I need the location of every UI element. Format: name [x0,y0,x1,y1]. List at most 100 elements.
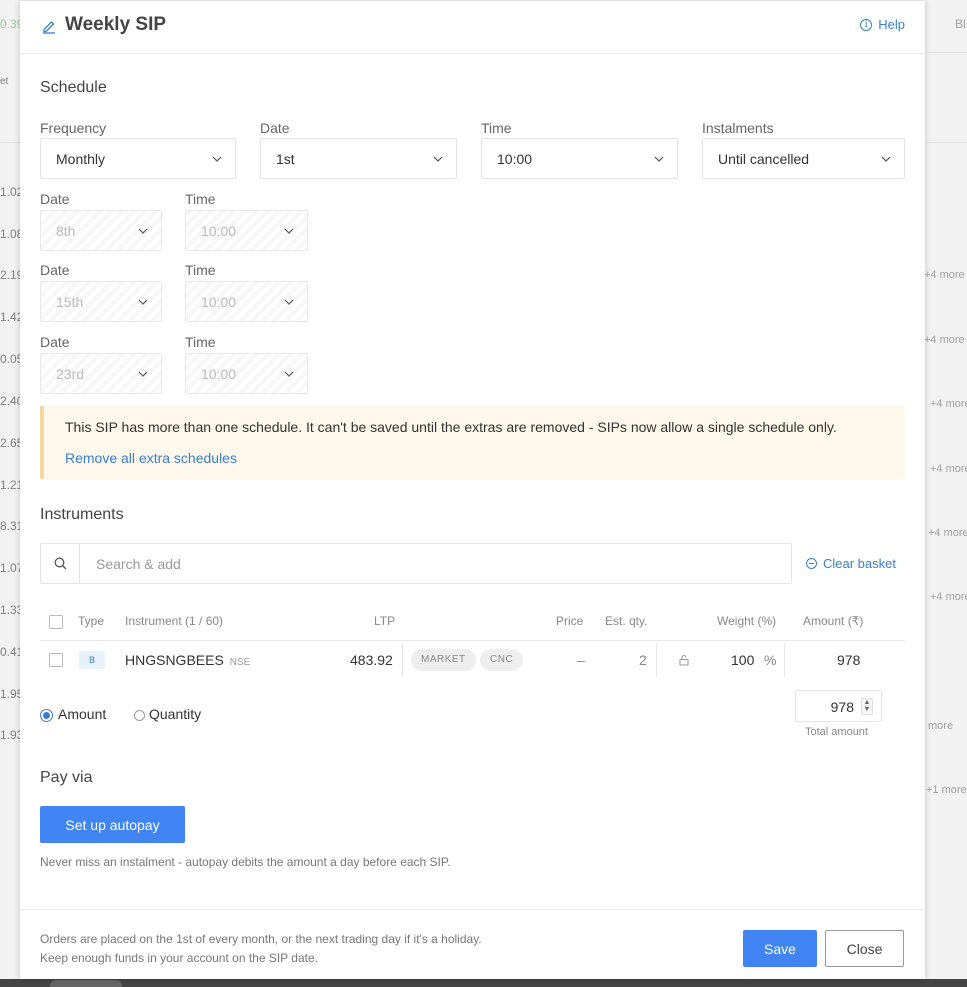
column-separator [656,643,657,677]
close-button[interactable]: Close [825,930,904,967]
total-amount-value: 978 [830,699,854,715]
column-header-amount: Amount (₹) [803,614,864,628]
instrument-symbol: HNGSNGBEES [125,652,224,668]
extra-date-select: 8th [40,210,162,251]
date-label: Date [260,120,290,136]
date-value: 1st [276,150,295,167]
column-header-est-qty: Est. qty. [605,614,648,628]
search-input[interactable] [81,544,791,583]
sip-modal: Weekly SIP i Help Schedule Frequency Mon… [20,1,925,979]
footer-note-line1: Orders are placed on the 1st of every mo… [40,932,482,946]
instalments-label: Instalments [702,120,774,136]
total-amount-input[interactable]: 978 ▲ ▼ [795,690,882,722]
info-icon: i [860,18,873,31]
stepper-arrows-icon[interactable]: ▲ ▼ [861,698,873,715]
modal-footer: Orders are placed on the 1st of every mo… [20,909,925,979]
schedule-title: Schedule [40,79,107,96]
quantity-radio[interactable] [134,710,145,721]
clear-basket-button[interactable]: Clear basket [806,556,896,571]
help-link[interactable]: i Help [860,17,905,32]
quantity-radio-label[interactable]: Quantity [149,706,201,722]
amount-radio-label[interactable]: Amount [58,706,106,722]
remove-extra-schedules-link[interactable]: Remove all extra schedules [65,450,237,466]
help-label: Help [878,17,905,32]
modal-title: Weekly SIP [65,14,167,35]
extra-time-select: 10:00 [185,353,308,394]
order-type-pill: MARKET [411,649,476,671]
column-header-price: Price [556,614,584,628]
instrument-name: HNGSNGBEES NSE [125,652,250,668]
modal-header: Weekly SIP i Help [20,1,925,54]
instrument-exchange: NSE [229,657,251,668]
instrument-weight[interactable]: 100 [731,652,754,668]
chevron-down-icon [433,156,443,162]
column-header-type: Type [78,614,105,628]
date-select[interactable]: 1st [260,138,457,179]
instalments-select[interactable]: Until cancelled [702,138,905,179]
amount-radio[interactable] [40,709,53,722]
chevron-down-icon [284,299,294,305]
chevron-down-icon [284,371,294,377]
extra-time-value: 10:00 [201,293,237,310]
chevron-down-icon [881,156,891,162]
extra-date-label: Date [40,334,70,350]
instruments-title: Instruments [40,506,124,523]
time-label: Time [481,120,512,136]
extra-time-select: 10:00 [185,281,308,322]
instrument-ltp: 483.92 [350,652,393,668]
extra-time-select: 10:00 [185,210,308,251]
search-icon [54,557,66,570]
column-separator [784,643,785,677]
table-divider [40,640,905,641]
save-button[interactable]: Save [743,930,817,967]
extra-time-value: 10:00 [201,365,237,382]
frequency-label: Frequency [40,120,107,136]
clear-basket-label: Clear basket [823,556,896,571]
chevron-down-icon [138,228,148,234]
minus-circle-icon [806,558,817,569]
multiple-schedule-warning: This SIP has more than one schedule. It … [40,406,905,479]
lock-icon[interactable] [678,654,690,666]
pay-via-title: Pay via [40,769,93,786]
instalments-value: Until cancelled [718,150,810,167]
total-amount-label: Total amount [805,726,868,738]
frequency-select[interactable]: Monthly [40,138,236,179]
column-header-instrument: Instrument (1 / 60) [125,614,224,628]
extra-date-value: 8th [56,222,76,239]
frequency-value: Monthly [56,150,106,167]
chevron-down-icon [138,299,148,305]
chevron-down-icon [654,156,664,162]
extra-date-label: Date [40,262,70,278]
product-pill: CNC [480,649,524,671]
warning-text: This SIP has more than one schedule. It … [65,419,837,435]
type-badge: B [79,651,105,669]
setup-autopay-button[interactable]: Set up autopay [40,806,185,843]
extra-time-label: Time [185,191,216,207]
column-header-ltp: LTP [374,614,396,628]
extra-date-value: 23rd [56,365,85,382]
column-separator [402,643,403,677]
instrument-amount: 978 [837,652,861,668]
search-icon-container [41,544,80,583]
time-select[interactable]: 10:00 [481,138,678,179]
extra-time-value: 10:00 [201,222,237,239]
bottom-bar [0,979,967,987]
footer-note-line2: Keep enough funds in your account on the… [40,951,318,965]
instrument-est-qty: 2 [639,652,647,668]
extra-date-label: Date [40,191,70,207]
instrument-search [40,543,792,584]
chevron-down-icon [138,371,148,377]
bottom-tab [50,980,122,987]
select-all-checkbox[interactable] [49,615,63,629]
chevron-down-icon [284,228,294,234]
instrument-price: – [577,652,585,668]
extra-date-value: 15th [56,293,84,310]
weight-unit: % [764,652,777,668]
column-header-weight: Weight (%) [717,614,777,628]
row-checkbox[interactable] [49,653,63,667]
extra-date-select: 23rd [40,353,162,394]
extra-date-select: 15th [40,281,162,322]
edit-icon[interactable] [41,18,57,34]
chevron-down-icon [212,156,222,162]
extra-time-label: Time [185,262,216,278]
